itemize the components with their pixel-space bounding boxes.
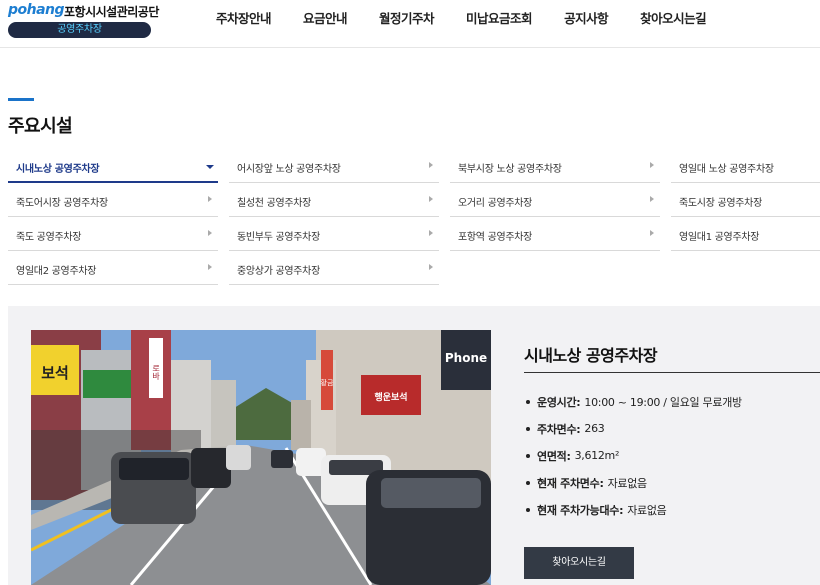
bullet-icon xyxy=(526,399,530,404)
right-building-3 xyxy=(291,400,311,450)
bullet-icon xyxy=(526,480,530,485)
info-current-available: 현재 주차가능대수: 자료없음 xyxy=(526,496,742,523)
nav-unpaid-fee-lookup[interactable]: 미납요금조회 xyxy=(450,0,548,38)
facility-item[interactable]: 죽도시장 공영주차장 xyxy=(671,185,820,217)
facility-item[interactable]: 죽도 공영주차장 xyxy=(8,219,218,251)
facility-label: 시내노상 공영주차장 xyxy=(16,164,100,175)
facility-item[interactable]: 영일대 노상 공영주차장 xyxy=(671,151,820,183)
info-value: 자료없음 xyxy=(627,503,667,517)
facility-title: 시내노상 공영주차장 xyxy=(524,346,658,365)
facility-label: 죽도시장 공영주차장 xyxy=(679,198,762,209)
chevron-right-icon xyxy=(429,196,433,202)
bullet-icon xyxy=(526,426,530,431)
chevron-icon xyxy=(206,165,214,169)
info-value: 10:00 ~ 19:00 / 일요일 무료개방 xyxy=(584,395,742,409)
main-nav: 주차장안내 요금안내 월정기주차 미납요금조회 공지사항 찾아오시는길 xyxy=(200,0,722,40)
car-left-3 xyxy=(226,445,251,470)
chevron-right-icon xyxy=(429,264,433,270)
car-left-2 xyxy=(191,448,231,488)
info-current-occupied: 현재 주차면수: 자료없음 xyxy=(526,469,742,496)
chevron-right-icon xyxy=(650,162,654,168)
title-accent-bar xyxy=(8,98,34,101)
site-header: pohang 포항시시설관리공단 공영주차장 주차장안내 요금안내 월정기주차 … xyxy=(0,0,820,48)
facility-info-list: 운영시간: 10:00 ~ 19:00 / 일요일 무료개방 주차면수: 263 연… xyxy=(526,388,742,523)
facility-item[interactable]: 죽도어시장 공영주차장 xyxy=(8,185,218,217)
directions-button[interactable]: 찾아오시는길 xyxy=(524,547,634,579)
logo-badge: 공영주차장 xyxy=(8,22,151,38)
sign-text: 황금 xyxy=(321,378,334,387)
nav-fee-info[interactable]: 요금안내 xyxy=(287,0,363,38)
info-value: 자료없음 xyxy=(607,476,648,490)
facility-item[interactable]: 중앙상가 공영주차장 xyxy=(229,253,439,285)
sign-text: 보석 xyxy=(41,364,69,382)
nav-notices[interactable]: 공지사항 xyxy=(548,0,624,38)
sign-text: 로바 xyxy=(151,364,160,381)
facility-item[interactable]: 동빈부두 공영주차장 xyxy=(229,219,439,251)
chevron-right-icon xyxy=(208,264,212,270)
sign-text: 행운보석 xyxy=(374,391,407,403)
facility-label: 어시장앞 노상 공영주차장 xyxy=(237,164,341,175)
info-label: 현재 주차면수: xyxy=(537,476,604,490)
chevron-right-icon xyxy=(650,230,654,236)
facility-label: 중앙상가 공영주차장 xyxy=(237,266,320,277)
bullet-icon xyxy=(526,507,530,512)
info-label: 현재 주차가능대수: xyxy=(537,503,624,517)
chevron-right-icon xyxy=(429,162,433,168)
title-divider xyxy=(524,372,820,373)
nav-monthly-parking[interactable]: 월정기주차 xyxy=(363,0,450,38)
chevron-right-icon xyxy=(208,196,212,202)
info-label: 주차면수: xyxy=(537,422,581,436)
info-parking-spaces: 주차면수: 263 xyxy=(526,415,742,442)
facility-item[interactable]: 영일대1 공영주차장 xyxy=(671,219,820,251)
logo-organization-name: 포항시시설관리공단 xyxy=(64,5,159,19)
facility-item[interactable]: 북부시장 노상 공영주차장 xyxy=(450,151,660,183)
facility-label: 북부시장 노상 공영주차장 xyxy=(458,164,562,175)
chevron-right-icon xyxy=(208,230,212,236)
facility-label: 동빈부두 공영주차장 xyxy=(237,232,320,243)
info-label: 연면적: xyxy=(537,449,571,463)
facility-label: 죽도 공영주차장 xyxy=(16,232,82,243)
facility-label: 영일대2 공영주차장 xyxy=(16,266,97,277)
bullet-icon xyxy=(526,453,530,458)
facility-label: 포항역 공영주차장 xyxy=(458,232,533,243)
chevron-right-icon xyxy=(429,230,433,236)
car-center xyxy=(271,450,293,468)
nav-parking-info[interactable]: 주차장안내 xyxy=(200,0,287,38)
facility-item[interactable]: 시내노상 공영주차장 xyxy=(8,151,218,183)
street-photo-illustration: 보석 로바 행운보석 Phone 황금 xyxy=(31,330,491,585)
facility-label: 오거리 공영주차장 xyxy=(458,198,533,209)
facility-item[interactable]: 포항역 공영주차장 xyxy=(450,219,660,251)
info-label: 운영시간: xyxy=(537,395,581,409)
facility-item[interactable]: 칠성천 공영주차장 xyxy=(229,185,439,217)
facility-item[interactable]: 어시장앞 노상 공영주차장 xyxy=(229,151,439,183)
page-title: 주요시설 xyxy=(8,116,73,137)
site-logo[interactable]: pohang 포항시시설관리공단 공영주차장 xyxy=(8,2,159,40)
facility-label: 영일대 노상 공영주차장 xyxy=(679,164,774,175)
info-floor-area: 연면적: 3,612m² xyxy=(526,442,742,469)
logo-brand: pohang xyxy=(8,2,65,18)
info-value: 263 xyxy=(584,422,605,435)
nav-directions[interactable]: 찾아오시는길 xyxy=(624,0,722,38)
facility-item[interactable]: 영일대2 공영주차장 xyxy=(8,253,218,285)
facility-label: 영일대1 공영주차장 xyxy=(679,232,760,243)
facility-label: 칠성천 공영주차장 xyxy=(237,198,312,209)
left-building-5 xyxy=(211,380,236,450)
chevron-right-icon xyxy=(650,196,654,202)
facility-label: 죽도어시장 공영주차장 xyxy=(16,198,108,209)
parking-street-photo: 보석 로바 행운보석 Phone 황금 xyxy=(31,330,491,585)
facility-item[interactable]: 오거리 공영주차장 xyxy=(450,185,660,217)
sign-text: Phone xyxy=(445,351,487,365)
info-operating-hours: 운영시간: 10:00 ~ 19:00 / 일요일 무료개방 xyxy=(526,388,742,415)
facility-detail-panel: 보석 로바 행운보석 Phone 황금 시내노상 공영주차장 운영시간: 10:… xyxy=(8,306,820,585)
info-value: 3,612m² xyxy=(574,449,620,462)
